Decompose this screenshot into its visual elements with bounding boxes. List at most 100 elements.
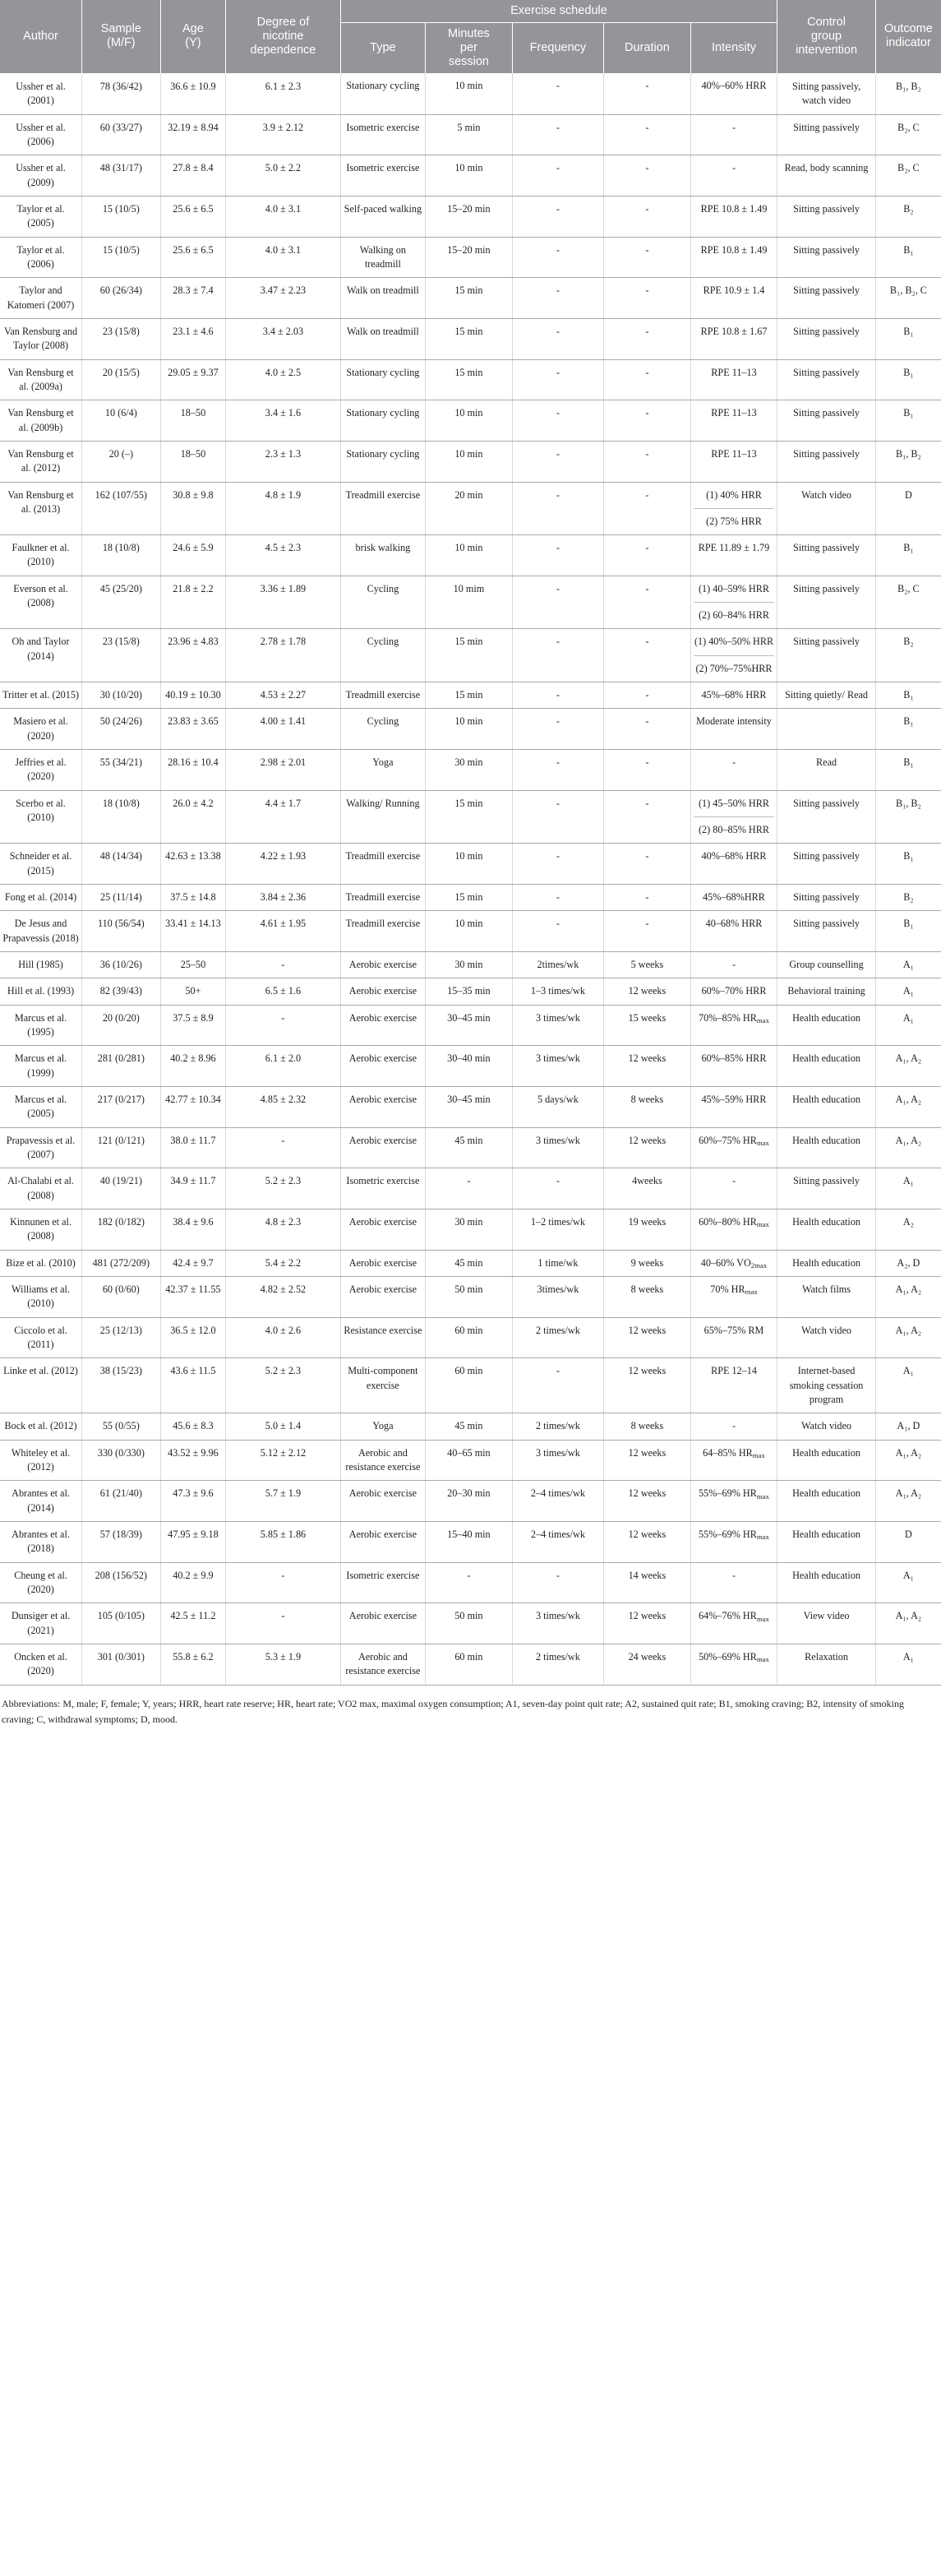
cell-intensity: RPE 10.8 ± 1.67: [690, 318, 778, 360]
cell-frequency: 2–4 times/wk: [512, 1521, 605, 1563]
cell-outcome: B₁: [875, 237, 941, 279]
cell-author: Whiteley et al. (2012): [0, 1440, 83, 1482]
cell-outcome: A₂: [875, 1209, 941, 1251]
cell-control: Health education: [777, 1521, 876, 1563]
table-row: Van Rensburg et al. (2012) 20 (–) 18–50 2.3…: [0, 441, 941, 483]
cell-sample: 48 (14/34): [81, 843, 161, 886]
cell-age: 23.1 ± 4.6: [160, 318, 227, 360]
intensity-variant: (1) 40% HRR: [706, 488, 762, 501]
cell-type: Cycling: [340, 708, 427, 751]
col-minutes-line3: session: [448, 55, 489, 69]
cell-type: Multi-component exercise: [340, 1357, 427, 1414]
cell-outcome: B₂, C: [875, 114, 941, 156]
cell-intensity: (1) 45–50% HRR (2) 80–85% HRR: [690, 790, 778, 844]
cell-nicotine-dependence: 5.4 ± 2.2: [225, 1250, 341, 1277]
cell-intensity: -: [690, 114, 778, 156]
col-frequency: Frequency: [512, 22, 605, 74]
cell-intensity: -: [690, 1168, 778, 1209]
cell-intensity: 64%–76% HRmax: [690, 1602, 778, 1644]
cell-outcome: B₂: [875, 196, 941, 238]
table-row: Faulkner et al. (2010) 18 (10/8) 24.6 ± 5.…: [0, 534, 941, 576]
table-body: Ussher et al. (2001) 78 (36/42) 36.6 ± 10.…: [0, 73, 941, 1686]
cell-sample: 40 (19/21): [81, 1168, 161, 1209]
cell-type: Yoga: [340, 749, 427, 791]
cell-duration: 24 weeks: [603, 1644, 691, 1686]
cell-frequency: 2times/wk: [512, 951, 605, 979]
cell-type: Treadmill exercise: [340, 682, 427, 710]
cell-sample: 15 (10/5): [81, 196, 161, 238]
cell-author: Ussher et al. (2009): [0, 155, 83, 197]
cell-duration: -: [603, 482, 691, 536]
cell-nicotine-dependence: 4.0 ± 2.6: [225, 1317, 341, 1359]
cell-control: [777, 708, 876, 751]
cell-control: Sitting passively: [777, 576, 876, 630]
cell-age: 32.19 ± 8.94: [160, 114, 227, 156]
cell-nicotine-dependence: 5.0 ± 2.2: [225, 155, 341, 197]
cell-type: Aerobic exercise: [340, 951, 427, 979]
cell-author: Williams et al. (2010): [0, 1276, 83, 1318]
cell-sample: 20 (15/5): [81, 359, 161, 401]
cell-type: Walk on treadmill: [340, 318, 427, 360]
cell-outcome: B₁, B₂: [875, 790, 941, 844]
cell-duration: -: [603, 196, 691, 238]
cell-duration: 12 weeks: [603, 1357, 691, 1414]
cell-minutes: 10 min: [425, 155, 513, 197]
table-row: Prapavessis et al. (2007) 121 (0/121) 38.0…: [0, 1127, 941, 1169]
table-row: Van Rensburg et al. (2013) 162 (107/55) 30…: [0, 482, 941, 536]
cell-intensity: 64–85% HRmax: [690, 1440, 778, 1482]
cell-age: 21.8 ± 2.2: [160, 576, 227, 630]
table-row: Marcus et al. (1999) 281 (0/281) 40.2 ± 8.…: [0, 1045, 941, 1088]
cell-sample: 182 (0/182): [81, 1209, 161, 1251]
cell-intensity: 60%–70% HRR: [690, 978, 778, 1006]
cell-author: Abrantes et al. (2014): [0, 1480, 83, 1522]
table-row: Abrantes et al. (2018) 57 (18/39) 47.95 ± …: [0, 1521, 941, 1563]
cell-nicotine-dependence: 6.1 ± 2.3: [225, 73, 341, 115]
cell-duration: -: [603, 318, 691, 360]
cell-frequency: -: [512, 114, 605, 156]
cell-nicotine-dependence: 5.12 ± 2.12: [225, 1440, 341, 1482]
cell-minutes: 20–30 min: [425, 1480, 513, 1522]
cell-age: 27.8 ± 8.4: [160, 155, 227, 197]
cell-nicotine-dependence: 4.82 ± 2.52: [225, 1276, 341, 1318]
cell-duration: 5 weeks: [603, 951, 691, 979]
cell-type: Isometric exercise: [340, 1562, 427, 1604]
cell-frequency: -: [512, 910, 605, 953]
cell-minutes: 20 min: [425, 482, 513, 536]
cell-minutes: 15–20 min: [425, 196, 513, 238]
cell-sample: 217 (0/217): [81, 1086, 161, 1128]
cell-author: Linke et al. (2012): [0, 1357, 83, 1414]
cell-control: Watch video: [777, 1413, 876, 1441]
cell-age: 25–50: [160, 951, 227, 979]
cell-frequency: -: [512, 708, 605, 751]
col-control-line3: intervention: [796, 44, 858, 58]
cell-age: 42.4 ± 9.7: [160, 1250, 227, 1277]
cell-nicotine-dependence: 4.0 ± 3.1: [225, 237, 341, 279]
cell-author: Scerbo et al. (2010): [0, 790, 83, 844]
cell-sample: 18 (10/8): [81, 534, 161, 576]
cell-duration: 8 weeks: [603, 1086, 691, 1128]
cell-minutes: 15 min: [425, 359, 513, 401]
cell-intensity: RPE 10.8 ± 1.49: [690, 196, 778, 238]
intensity-variants: (1) 40% HRR (2) 75% HRR: [693, 488, 775, 530]
cell-duration: 14 weeks: [603, 1562, 691, 1604]
cell-minutes: -: [425, 1168, 513, 1209]
cell-duration: 12 weeks: [603, 1127, 691, 1169]
intensity-variants: (1) 40%–50% HRR (2) 70%–75%HRR: [693, 635, 775, 676]
table-row: Taylor et al. (2006) 15 (10/5) 25.6 ± 6.5 4…: [0, 237, 941, 279]
cell-type: Isometric exercise: [340, 114, 427, 156]
cell-type: brisk walking: [340, 534, 427, 576]
cell-nicotine-dependence: 2.3 ± 1.3: [225, 441, 341, 483]
cell-control: Sitting passively: [777, 843, 876, 886]
cell-author: Bize et al. (2010): [0, 1250, 83, 1277]
cell-sample: 48 (31/17): [81, 155, 161, 197]
table-header: Author Sample (M/F) Age (Y) Degree of ni…: [0, 0, 941, 74]
cell-age: 40.2 ± 8.96: [160, 1045, 227, 1088]
cell-type: Stationary cycling: [340, 359, 427, 401]
cell-nicotine-dependence: 4.5 ± 2.3: [225, 534, 341, 576]
cell-sample: 105 (0/105): [81, 1602, 161, 1644]
cell-outcome: B₁, B₂: [875, 73, 941, 115]
cell-control: Behavioral training: [777, 978, 876, 1006]
cell-nicotine-dependence: 4.61 ± 1.95: [225, 910, 341, 953]
cell-intensity: -: [690, 155, 778, 197]
col-type: Type: [340, 22, 427, 74]
